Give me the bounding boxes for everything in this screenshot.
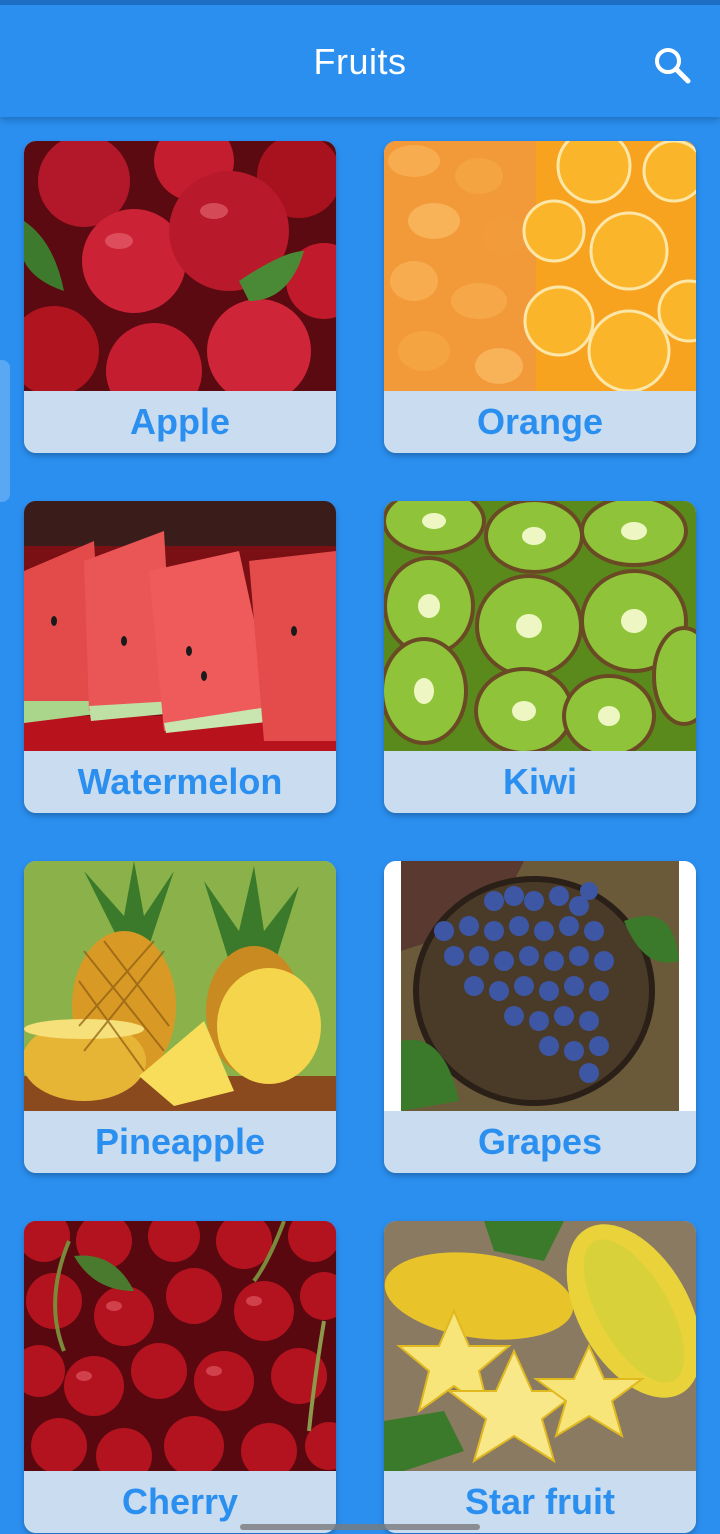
app-bar: Fruits — [0, 5, 720, 117]
search-icon — [655, 48, 691, 84]
fruit-label: Pineapple — [24, 1111, 336, 1173]
fruit-card-star-fruit[interactable]: Star fruit — [384, 1221, 696, 1533]
search-button[interactable] — [648, 41, 696, 89]
fruit-label: Watermelon — [24, 751, 336, 813]
fruit-label: Grapes — [384, 1111, 696, 1173]
fruit-label: Kiwi — [384, 751, 696, 813]
fruit-card-pineapple[interactable]: Pineapple — [24, 861, 336, 1173]
fruit-card-grapes[interactable]: Grapes — [384, 861, 696, 1173]
grapes-image — [384, 861, 696, 1111]
watermelon-image — [24, 501, 336, 751]
fruit-card-cherry[interactable]: Cherry — [24, 1221, 336, 1533]
page-title: Fruits — [313, 41, 407, 82]
cherry-image — [24, 1221, 336, 1471]
orange-image — [384, 141, 696, 391]
home-indicator[interactable] — [240, 1524, 480, 1530]
fruit-label: Apple — [24, 391, 336, 453]
fruit-label: Orange — [384, 391, 696, 453]
star-fruit-image — [384, 1221, 696, 1471]
apple-image — [24, 141, 336, 391]
fruit-card-watermelon[interactable]: Watermelon — [24, 501, 336, 813]
fruit-card-kiwi[interactable]: Kiwi — [384, 501, 696, 813]
fruit-card-apple[interactable]: Apple — [24, 141, 336, 453]
edge-panel-handle[interactable] — [0, 360, 10, 502]
pineapple-image — [24, 861, 336, 1111]
fruit-card-orange[interactable]: Orange — [384, 141, 696, 453]
kiwi-image — [384, 501, 696, 751]
